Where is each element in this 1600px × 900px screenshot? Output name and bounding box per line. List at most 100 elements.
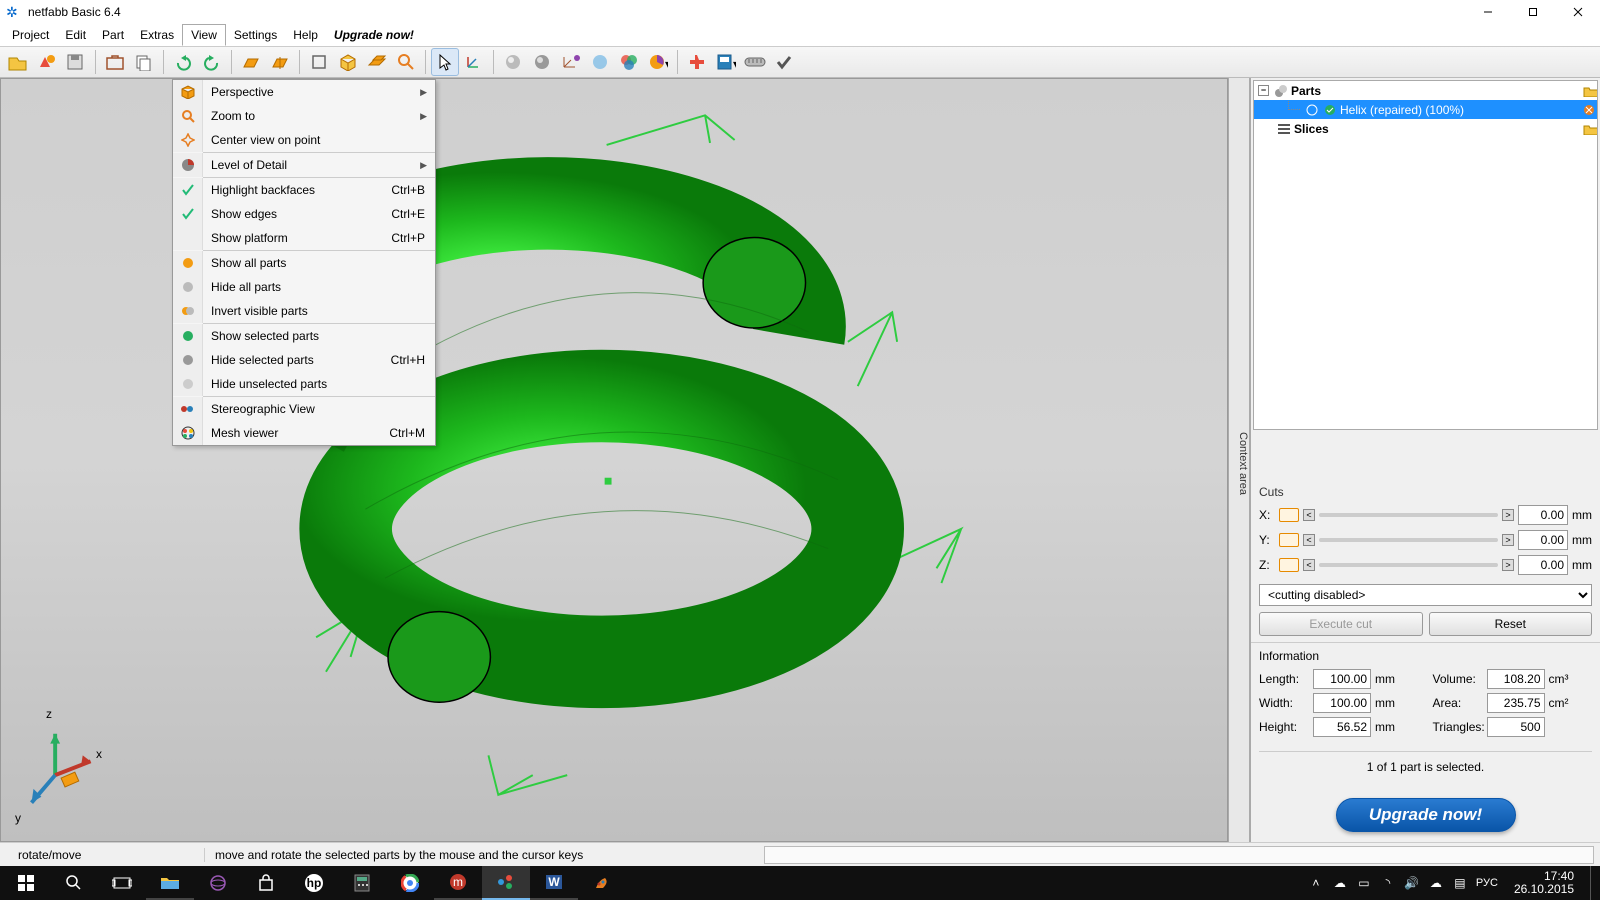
cut-color-swatch[interactable] (1279, 508, 1299, 522)
menu-item-center-view-on-point[interactable]: Center view on point (173, 128, 435, 152)
menu-view[interactable]: View (182, 24, 226, 46)
store-icon[interactable] (242, 866, 290, 900)
undo-icon[interactable] (169, 48, 197, 76)
close-button[interactable] (1555, 0, 1600, 24)
paint-icon[interactable] (578, 866, 626, 900)
move-axis-icon[interactable] (460, 48, 488, 76)
width-field[interactable] (1313, 693, 1371, 713)
folder-icon[interactable] (1583, 85, 1597, 97)
repair-icon[interactable] (683, 48, 711, 76)
tray-onedrive-icon[interactable]: ☁ (1428, 875, 1444, 891)
view-top-icon[interactable] (305, 48, 333, 76)
menu-item-show-platform[interactable]: Show platformCtrl+P (173, 226, 435, 250)
word-icon[interactable]: W (530, 866, 578, 900)
calculator-icon[interactable] (338, 866, 386, 900)
cutting-mode-select[interactable]: <cutting disabled> (1259, 584, 1592, 606)
context-area-tab[interactable]: Context area (1228, 78, 1250, 842)
parts-tree[interactable]: − Parts Helix (repaired) (100%) Slices (1253, 80, 1598, 430)
menu-item-show-all-parts[interactable]: Show all parts (173, 251, 435, 275)
hp-icon[interactable]: hp (290, 866, 338, 900)
reset-cut-button[interactable]: Reset (1429, 612, 1593, 636)
cut-slider[interactable] (1319, 513, 1498, 517)
cut-dec-button[interactable]: < (1303, 509, 1315, 521)
cut-inc-button[interactable]: > (1502, 559, 1514, 571)
menu-item-invert-visible-parts[interactable]: Invert visible parts (173, 299, 435, 323)
cut-inc-button[interactable]: > (1502, 509, 1514, 521)
viewport-3d[interactable]: Perspective▶Zoom to▶Center view on point… (0, 78, 1228, 842)
cut-x-icon[interactable] (237, 48, 265, 76)
redo-icon[interactable] (198, 48, 226, 76)
transparent-icon[interactable] (586, 48, 614, 76)
menu-item-show-selected-parts[interactable]: Show selected parts (173, 324, 435, 348)
menu-item-highlight-backfaces[interactable]: Highlight backfacesCtrl+B (173, 178, 435, 202)
save-icon[interactable] (62, 48, 90, 76)
check-icon[interactable] (770, 48, 798, 76)
menu-item-level-of-detail[interactable]: Level of Detail▶ (173, 153, 435, 177)
height-field[interactable] (1313, 717, 1371, 737)
cut-slider[interactable] (1319, 538, 1498, 542)
shade1-icon[interactable] (499, 48, 527, 76)
shade2-icon[interactable] (528, 48, 556, 76)
tree-part-item[interactable]: Helix (repaired) (100%) (1254, 100, 1597, 119)
tray-chevron-icon[interactable]: ˄ (1308, 875, 1324, 891)
execute-cut-button[interactable]: Execute cut (1259, 612, 1423, 636)
toolbox-icon[interactable] (101, 48, 129, 76)
delete-icon[interactable] (1581, 102, 1597, 118)
app-globe-icon[interactable] (194, 866, 242, 900)
menu-item-stereographic-view[interactable]: Stereographic View (173, 397, 435, 421)
menu-settings[interactable]: Settings (226, 24, 285, 46)
tray-lang[interactable]: РУС (1476, 875, 1498, 891)
menu-item-hide-unselected-parts[interactable]: Hide unselected parts (173, 372, 435, 396)
view-platform-icon[interactable] (363, 48, 391, 76)
explorer-icon[interactable] (146, 866, 194, 900)
cut-inc-button[interactable]: > (1502, 534, 1514, 546)
tray-wifi-icon[interactable]: ◝ (1380, 875, 1396, 891)
pie-icon[interactable]: ▾ (644, 48, 672, 76)
minimize-button[interactable] (1465, 0, 1510, 24)
menu-help[interactable]: Help (285, 24, 326, 46)
cut-dec-button[interactable]: < (1303, 559, 1315, 571)
tray-battery-icon[interactable]: ▭ (1356, 875, 1372, 891)
cut-dec-button[interactable]: < (1303, 534, 1315, 546)
cut-y-icon[interactable] (266, 48, 294, 76)
folder-icon[interactable] (1583, 123, 1597, 135)
menu-item-hide-selected-parts[interactable]: Hide selected partsCtrl+H (173, 348, 435, 372)
cut-value-field[interactable] (1518, 555, 1568, 575)
menu-edit[interactable]: Edit (57, 24, 94, 46)
cursor-icon[interactable] (431, 48, 459, 76)
tray-cloud-icon[interactable]: ☁ (1332, 875, 1348, 891)
triangles-field[interactable] (1487, 717, 1545, 737)
view-iso-icon[interactable] (334, 48, 362, 76)
wireframe-icon[interactable] (557, 48, 585, 76)
add-part-icon[interactable] (33, 48, 61, 76)
menu-item-show-edges[interactable]: Show edgesCtrl+E (173, 202, 435, 226)
cut-color-swatch[interactable] (1279, 558, 1299, 572)
zoom-icon[interactable] (392, 48, 420, 76)
tree-slices-root[interactable]: Slices (1254, 119, 1597, 138)
menu-item-zoom-to[interactable]: Zoom to▶ (173, 104, 435, 128)
maximize-button[interactable] (1510, 0, 1555, 24)
cut-color-swatch[interactable] (1279, 533, 1299, 547)
open-icon[interactable] (4, 48, 32, 76)
length-field[interactable] (1313, 669, 1371, 689)
netfabb-task-icon[interactable] (482, 866, 530, 900)
menu-item-perspective[interactable]: Perspective▶ (173, 80, 435, 104)
start-button[interactable] (2, 866, 50, 900)
show-desktop[interactable] (1590, 866, 1596, 900)
measure-icon[interactable] (741, 48, 769, 76)
search-icon[interactable] (50, 866, 98, 900)
upgrade-now-button[interactable]: Upgrade now! (1336, 798, 1516, 832)
menu-extras[interactable]: Extras (132, 24, 182, 46)
collapse-icon[interactable]: − (1258, 85, 1269, 96)
menu-project[interactable]: Project (4, 24, 57, 46)
copy-icon[interactable] (130, 48, 158, 76)
menu-item-hide-all-parts[interactable]: Hide all parts (173, 275, 435, 299)
tray-notification-icon[interactable]: ▤ (1452, 875, 1468, 891)
cut-value-field[interactable] (1518, 505, 1568, 525)
cut-slider[interactable] (1319, 563, 1498, 567)
chrome-icon[interactable] (386, 866, 434, 900)
menu-upgradenow[interactable]: Upgrade now! (326, 24, 422, 46)
tree-parts-root[interactable]: − Parts (1254, 81, 1597, 100)
volume-field[interactable] (1487, 669, 1545, 689)
colors-icon[interactable] (615, 48, 643, 76)
